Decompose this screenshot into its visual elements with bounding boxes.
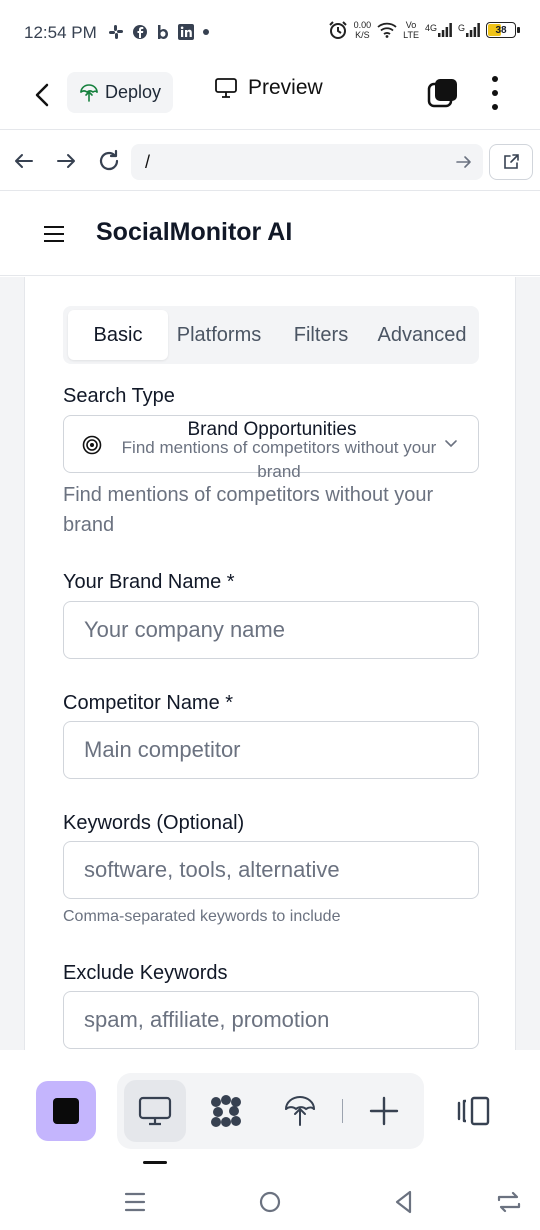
monitor-icon	[215, 78, 237, 98]
stop-button[interactable]	[36, 1081, 96, 1141]
net-speed: 0.00 K/S	[353, 20, 372, 40]
monitor-icon	[138, 1096, 172, 1126]
chevron-down-icon	[445, 440, 457, 448]
b-icon	[158, 25, 168, 39]
brand-name-placeholder: Your company name	[84, 617, 285, 642]
desktop-view-button[interactable]	[124, 1080, 186, 1142]
competitor-name-label: Competitor Name *	[63, 692, 234, 714]
preview-button[interactable]: Preview	[214, 76, 323, 100]
keywords-input[interactable]: software, tools, alternative	[63, 841, 479, 899]
site-header: SocialMonitor AI	[0, 192, 540, 276]
tab-filters[interactable]: Filters	[281, 310, 361, 360]
exclude-keywords-input[interactable]: spam, affiliate, promotion	[63, 991, 479, 1049]
back-triangle-icon[interactable]	[390, 1188, 418, 1216]
brand-name-input[interactable]: Your company name	[63, 601, 479, 659]
form-card: Basic Platforms Filters Advanced Search …	[24, 277, 516, 1050]
signal-bars-icon	[466, 23, 480, 37]
system-icons: 0.00 K/S Vo LTE 4G G 38	[328, 20, 520, 40]
app-toolbar: Deploy Preview	[0, 66, 540, 130]
search-type-selected-desc: Find mentions of competitors without you…	[121, 438, 437, 481]
deploy-button[interactable]: Deploy	[67, 72, 173, 113]
competitor-name-input[interactable]: Main competitor	[63, 721, 479, 779]
keywords-help: Comma-separated keywords to include	[63, 908, 341, 925]
linkedin-icon	[178, 24, 194, 40]
view-switcher	[117, 1073, 424, 1149]
dot-icon	[203, 29, 209, 35]
stop-icon	[53, 1098, 79, 1124]
competitor-name-placeholder: Main competitor	[84, 737, 241, 762]
tabs-stack-icon[interactable]	[426, 76, 460, 110]
deploy-icon	[80, 83, 98, 102]
toolbar-divider	[342, 1099, 343, 1123]
battery-icon: 38	[486, 22, 520, 38]
deploy-label: Deploy	[105, 82, 162, 102]
volte-indicator: Vo LTE	[403, 20, 419, 40]
bottom-toolbar	[0, 1050, 540, 1180]
keywords-label: Keywords (Optional)	[63, 812, 245, 834]
tab-platforms[interactable]: Platforms	[169, 310, 269, 360]
tab-advanced[interactable]: Advanced	[369, 310, 475, 360]
search-type-label: Search Type	[63, 385, 175, 407]
panel-toggle-icon[interactable]	[456, 1095, 492, 1127]
preview-label: Preview	[248, 76, 323, 99]
deploy-icon[interactable]	[282, 1093, 318, 1129]
search-type-select[interactable]: Brand Opportunities Find mentions of com…	[63, 415, 479, 481]
signal-4g: 4G	[425, 23, 452, 37]
more-options-icon[interactable]	[488, 76, 502, 110]
alarm-icon	[328, 21, 347, 39]
signal-bars-icon	[437, 23, 452, 37]
hamburger-menu-icon[interactable]	[44, 226, 64, 242]
brand-name-label: Your Brand Name *	[63, 571, 235, 593]
url-input[interactable]	[131, 144, 483, 180]
site-title: SocialMonitor AI	[96, 218, 293, 246]
external-link-icon	[504, 154, 519, 169]
main-content: Basic Platforms Filters Advanced Search …	[0, 277, 540, 1050]
search-type-help: Find mentions of competitors without you…	[63, 484, 434, 536]
notification-icons	[108, 24, 210, 40]
nav-back-icon[interactable]	[10, 147, 38, 175]
signal-g: G	[458, 23, 480, 37]
add-icon[interactable]	[366, 1093, 402, 1129]
system-navigation-bar	[0, 1180, 540, 1230]
exclude-keywords-placeholder: spam, affiliate, promotion	[84, 1007, 330, 1032]
tab-basic[interactable]: Basic	[68, 310, 168, 360]
slack-icon	[109, 25, 123, 39]
status-time: 12:54 PM	[24, 23, 97, 42]
url-bar	[0, 131, 540, 191]
open-external-button[interactable]	[489, 144, 533, 180]
status-bar: 12:54 PM 0.00 K/S Vo LTE 4G G 38	[0, 0, 540, 66]
back-icon[interactable]	[28, 80, 58, 110]
home-icon[interactable]	[256, 1188, 284, 1216]
rotate-icon[interactable]	[495, 1188, 523, 1216]
facebook-icon	[133, 25, 147, 39]
active-view-indicator	[143, 1161, 167, 1164]
recent-apps-icon[interactable]	[121, 1188, 149, 1216]
wifi-icon	[377, 22, 397, 38]
tab-list: Basic Platforms Filters Advanced	[63, 306, 479, 364]
apps-grid-icon[interactable]	[208, 1093, 244, 1129]
keywords-placeholder: software, tools, alternative	[84, 857, 340, 882]
go-arrow-icon[interactable]	[454, 152, 474, 172]
nav-forward-icon[interactable]	[52, 147, 80, 175]
exclude-keywords-label: Exclude Keywords	[63, 962, 228, 984]
reload-icon[interactable]	[95, 147, 123, 175]
